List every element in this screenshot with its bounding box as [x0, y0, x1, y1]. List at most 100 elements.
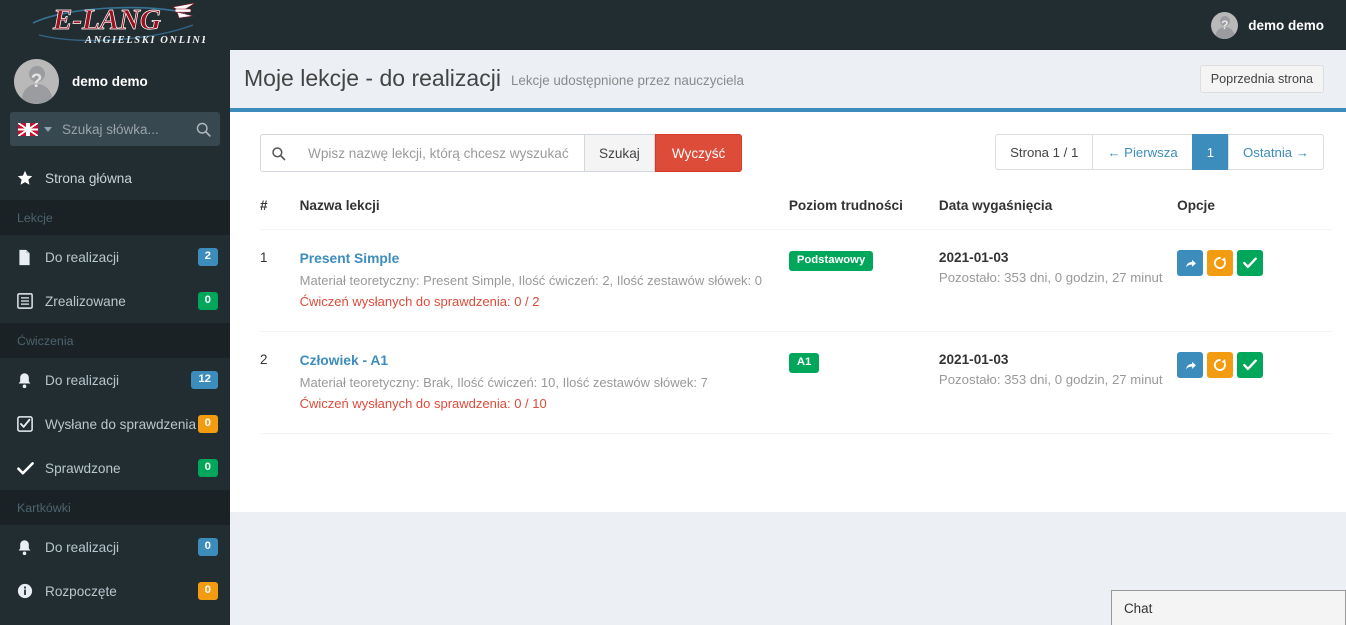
pagination-last-button[interactable]: Ostatnia →: [1228, 134, 1324, 170]
sidebar-badge: 12: [191, 371, 218, 389]
sidebar-section-header-cwiczenia: Ćwiczenia: [0, 323, 230, 358]
toolbar: Szukaj Wyczyść Strona 1 / 1 ← Pierwsza 1…: [230, 112, 1346, 172]
topbar-user-menu[interactable]: ? demo demo: [1211, 11, 1324, 39]
column-header-level: Poziom trudności: [788, 198, 939, 230]
refresh-icon: [1214, 257, 1226, 269]
share-arrow-icon: [1185, 259, 1196, 267]
page-title: Moje lekcje - do realizacji: [244, 65, 501, 91]
check-button[interactable]: [1237, 352, 1264, 378]
row-level-cell: A1: [788, 331, 939, 434]
chevron-down-icon[interactable]: [44, 126, 52, 132]
status-badge: Podstawowy: [788, 251, 874, 271]
sidebar-item-wyslane-do-sprawdzenia[interactable]: Wysłane do sprawdzenia 0: [0, 402, 230, 446]
content-body: Szukaj Wyczyść Strona 1 / 1 ← Pierwsza 1…: [230, 112, 1346, 512]
clear-search-button[interactable]: Wyczyść: [654, 134, 743, 172]
sidebar-item-kartkowki-do-realizacji[interactable]: Do realizacji 0: [0, 525, 230, 569]
lesson-warning: Ćwiczeń wysłanych do sprawdzenia: 0 / 2: [299, 294, 540, 309]
row-options-cell: [1177, 229, 1332, 332]
avatar-placeholder-glyph: ?: [1221, 18, 1229, 32]
page-subtitle: Lekcje udostępnione przez nauczyciela: [510, 73, 744, 88]
bell-icon: [17, 372, 39, 389]
expiry-date: 2021-01-03: [938, 250, 1009, 265]
sidebar-item-lekcje-do-realizacji[interactable]: Do realizacji 2: [0, 235, 230, 279]
pagination-page-1[interactable]: 1: [1191, 134, 1229, 170]
lessons-table: # Nazwa lekcji Poziom trudności Data wyg…: [260, 198, 1332, 434]
check-icon: [1243, 257, 1257, 269]
row-number: 1: [260, 229, 300, 332]
sidebar-badge: 0: [197, 538, 218, 556]
sidebar-user-panel[interactable]: ? demo demo: [0, 50, 230, 112]
table-row: 2 Człowiek - A1 Materiał teoretyczny: Br…: [260, 331, 1332, 434]
sidebar-section-header-lekcje: Lekcje: [0, 200, 230, 235]
sidebar-item-label: Rozpoczęte: [45, 583, 117, 599]
search-icon: [196, 122, 211, 137]
brand-logo[interactable]: E-LANG ANGIELSKI ONLINE: [0, 0, 230, 50]
refresh-button[interactable]: [1207, 352, 1234, 378]
row-actions: [1177, 352, 1332, 378]
status-badge: A1: [788, 353, 820, 373]
lesson-link[interactable]: Present Simple: [300, 251, 400, 266]
sidebar-badge: 0: [197, 459, 218, 477]
row-date-cell: 2021-01-03 Pozostało: 353 dni, 0 godzin,…: [938, 331, 1178, 434]
pagination-first-button[interactable]: ← Pierwsza: [1092, 134, 1192, 170]
svg-text:E-LANG: E-LANG: [52, 4, 161, 36]
app-root: E-LANG ANGIELSKI ONLINE ? demo demo Szuk…: [0, 0, 1346, 625]
expiry-date: 2021-01-03: [938, 352, 1009, 367]
check-button[interactable]: [1237, 250, 1264, 276]
check-icon: [17, 461, 39, 476]
topbar-user-name: demo demo: [1248, 17, 1324, 33]
sidebar-word-search[interactable]: [10, 112, 220, 146]
sidebar-item-label: Strona główna: [45, 170, 132, 186]
row-date-cell: 2021-01-03 Pozostało: 353 dni, 0 godzin,…: [938, 229, 1178, 332]
sidebar-item-rozpoczete[interactable]: Rozpoczęte 0: [0, 569, 230, 613]
sidebar-badge: 0: [197, 292, 218, 310]
check-icon: [1243, 359, 1257, 371]
share-arrow-button[interactable]: [1177, 250, 1204, 276]
elang-logo-icon: E-LANG ANGIELSKI ONLINE: [32, 2, 205, 46]
previous-page-button[interactable]: Poprzednia strona: [1199, 64, 1324, 93]
sidebar-item-label: Do realizacji: [45, 372, 120, 388]
sidebar-badge: 0: [197, 582, 218, 600]
column-header-options: Opcje: [1177, 198, 1332, 230]
row-name-cell: Człowiek - A1 Materiał teoretyczny: Brak…: [299, 331, 789, 434]
sidebar-item-label: Sprawdzone: [45, 460, 121, 476]
refresh-button[interactable]: [1207, 250, 1234, 276]
pagination: Strona 1 / 1 ← Pierwsza 1 Ostatnia →: [995, 134, 1324, 170]
list-icon: [17, 293, 39, 309]
sidebar-item-label: Wysłane do sprawdzenia: [45, 416, 196, 432]
sidebar-search-button[interactable]: [193, 121, 214, 138]
content-header: Moje lekcje - do realizacji Lekcje udost…: [230, 50, 1346, 112]
time-remaining: Pozostało: 353 dni, 0 godzin, 27 minut: [938, 372, 1163, 387]
sidebar-badge: 0: [197, 415, 218, 433]
row-actions: [1177, 250, 1332, 276]
sidebar-item-sprawdzone[interactable]: Sprawdzone 0: [0, 446, 230, 490]
lesson-meta: Materiał teoretyczny: Brak, Ilość ćwicze…: [299, 375, 708, 390]
chat-widget[interactable]: Chat: [1111, 590, 1346, 625]
table-header-row: # Nazwa lekcji Poziom trudności Data wyg…: [260, 198, 1332, 230]
sidebar-user-name: demo demo: [72, 73, 148, 89]
time-remaining: Pozostało: 353 dni, 0 godzin, 27 minut: [938, 270, 1163, 285]
sidebar-badge: 2: [197, 248, 218, 266]
lesson-link[interactable]: Człowiek - A1: [300, 353, 388, 368]
sidebar-item-label: Do realizacji: [45, 539, 120, 555]
sidebar-item-lekcje-zrealizowane[interactable]: Zrealizowane 0: [0, 279, 230, 323]
table-row: 1 Present Simple Materiał teoretyczny: P…: [260, 229, 1332, 332]
sidebar-item-label: Do realizacji: [45, 249, 120, 265]
sidebar-item-cwiczenia-do-realizacji[interactable]: Do realizacji 12: [0, 358, 230, 402]
share-arrow-button[interactable]: [1177, 352, 1204, 378]
avatar: ?: [1211, 11, 1239, 39]
lesson-meta: Materiał teoretyczny: Present Simple, Il…: [299, 273, 763, 288]
row-level-cell: Podstawowy: [788, 229, 939, 332]
uk-flag-icon[interactable]: [18, 122, 38, 136]
sidebar-item-home[interactable]: Strona główna: [0, 156, 230, 200]
column-header-name: Nazwa lekcji: [299, 198, 789, 230]
chat-title: Chat: [1124, 600, 1153, 616]
search-submit-button[interactable]: Szukaj: [584, 134, 655, 172]
sidebar-search-input[interactable]: [62, 121, 193, 137]
lesson-search-input[interactable]: [296, 134, 584, 172]
avatar: ?: [14, 58, 59, 104]
sidebar: E-LANG ANGIELSKI ONLINE ? demo demo Szuk…: [0, 0, 230, 625]
search-icon: [260, 134, 296, 172]
pagination-info: Strona 1 / 1: [995, 134, 1093, 170]
lesson-warning: Ćwiczeń wysłanych do sprawdzenia: 0 / 10: [299, 396, 547, 411]
